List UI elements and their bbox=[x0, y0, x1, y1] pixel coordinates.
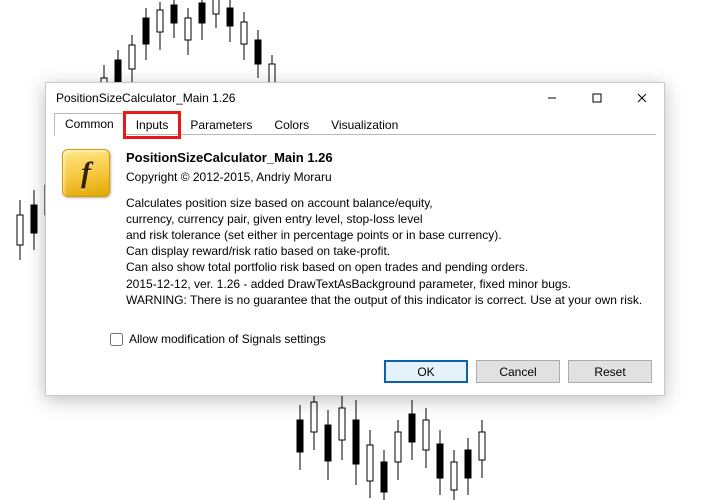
tab-bar: CommonInputsParametersColorsVisualizatio… bbox=[46, 113, 664, 135]
allow-signals-checkbox[interactable] bbox=[110, 333, 123, 346]
indicator-settings-dialog: PositionSizeCalculator_Main 1.26 CommonI… bbox=[45, 82, 665, 396]
tab-parameters[interactable]: Parameters bbox=[179, 114, 263, 136]
window-title: PositionSizeCalculator_Main 1.26 bbox=[56, 91, 529, 105]
tab-content-common: f PositionSizeCalculator_Main 1.26 Copyr… bbox=[46, 135, 664, 318]
indicator-icon: f bbox=[62, 149, 110, 197]
tab-visualization[interactable]: Visualization bbox=[320, 114, 409, 136]
dialog-button-row: OK Cancel Reset bbox=[46, 352, 664, 395]
minimize-button[interactable] bbox=[529, 84, 574, 113]
description-line: WARNING: There is no guarantee that the … bbox=[126, 292, 648, 308]
indicator-name: PositionSizeCalculator_Main 1.26 bbox=[126, 149, 648, 167]
description-line: Calculates position size based on accoun… bbox=[126, 195, 648, 211]
tab-colors[interactable]: Colors bbox=[263, 114, 320, 136]
titlebar: PositionSizeCalculator_Main 1.26 bbox=[46, 83, 664, 113]
allow-signals-row: Allow modification of Signals settings bbox=[110, 332, 664, 346]
description-line: Can also show total portfolio risk based… bbox=[126, 259, 648, 275]
description-line: currency, currency pair, given entry lev… bbox=[126, 211, 648, 227]
description-line: and risk tolerance (set either in percen… bbox=[126, 227, 648, 243]
tab-inputs[interactable]: Inputs bbox=[125, 114, 180, 136]
tab-common[interactable]: Common bbox=[54, 113, 125, 136]
description-line: 2015-12-12, ver. 1.26 - added DrawTextAs… bbox=[126, 276, 648, 292]
maximize-button[interactable] bbox=[574, 84, 619, 113]
indicator-info: PositionSizeCalculator_Main 1.26 Copyrig… bbox=[126, 149, 648, 308]
ok-button[interactable]: OK bbox=[384, 360, 468, 383]
close-button[interactable] bbox=[619, 84, 664, 113]
allow-signals-label[interactable]: Allow modification of Signals settings bbox=[129, 332, 326, 346]
copyright-text: Copyright © 2012-2015, Andriy Moraru bbox=[126, 169, 648, 185]
description-text: Calculates position size based on accoun… bbox=[126, 195, 648, 308]
description-line: Can display reward/risk ratio based on t… bbox=[126, 243, 648, 259]
cancel-button[interactable]: Cancel bbox=[476, 360, 560, 383]
reset-button[interactable]: Reset bbox=[568, 360, 652, 383]
